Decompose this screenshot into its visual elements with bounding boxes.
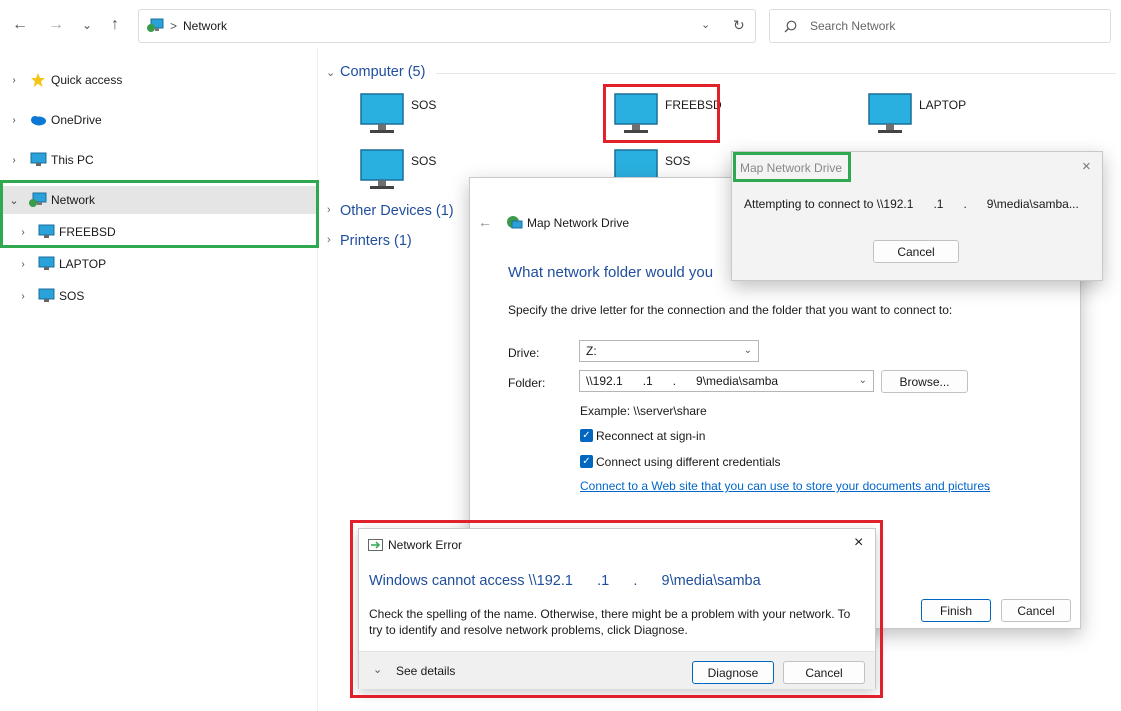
sidebar-item-label: Quick access [51, 73, 123, 87]
network-error-footer: ⌄ See details Diagnose Cancel [359, 651, 875, 689]
computer-icon[interactable] [360, 149, 404, 193]
connecting-dialog: Map Network Drive × Attempting to connec… [731, 151, 1103, 281]
drive-select[interactable]: Z: ⌄ [579, 340, 759, 362]
network-error-dialog: Network Error × Windows cannot access \\… [358, 528, 876, 689]
map-drive-instruction: Specify the drive letter for the connect… [508, 303, 953, 317]
group-divider [436, 73, 1116, 74]
map-drive-icon [507, 216, 523, 229]
computer-label-sos[interactable]: SOS [411, 154, 436, 168]
sidebar-item-laptop[interactable]: › LAPTOP [0, 250, 316, 278]
diagnose-button[interactable]: Diagnose [692, 661, 774, 684]
chevron-down-icon[interactable]: ⌄ [8, 194, 20, 207]
folder-value: \\192.1 .1 . 9\media\samba [586, 374, 779, 388]
drive-value: Z: [586, 344, 597, 358]
wizard-cancel-button[interactable]: Cancel [1001, 599, 1071, 622]
close-icon[interactable]: × [854, 534, 863, 552]
computer-icon [38, 288, 55, 302]
computer-icon [30, 152, 47, 166]
finish-button[interactable]: Finish [921, 599, 991, 622]
sidebar-item-freebsd[interactable]: › FREEBSD [0, 218, 316, 246]
network-error-heading: Windows cannot access \\192.1 .1 . 9\med… [369, 573, 761, 589]
cloud-icon [31, 116, 46, 126]
error-cancel-button[interactable]: Cancel [783, 661, 865, 684]
browse-button[interactable]: Browse... [881, 370, 968, 393]
connecting-message: Attempting to connect to \\192.1 .1 . 9\… [744, 197, 1079, 211]
recent-locations-button[interactable]: ⌄ [76, 14, 98, 36]
sidebar-item-this-pc[interactable]: › This PC [0, 146, 316, 174]
computer-label-sos[interactable]: SOS [665, 154, 690, 168]
sidebar-item-label: FREEBSD [59, 225, 116, 239]
drive-label: Drive: [508, 346, 540, 360]
chevron-right-icon[interactable]: › [8, 155, 20, 166]
computer-label-sos[interactable]: SOS [411, 98, 436, 112]
sidebar-item-label: OneDrive [51, 113, 102, 127]
computer-icon[interactable] [614, 93, 658, 137]
see-details-toggle[interactable]: See details [396, 664, 455, 678]
computer-icon [38, 224, 55, 238]
chevron-down-icon[interactable]: ⌄ [701, 18, 710, 31]
folder-combobox[interactable]: \\192.1 .1 . 9\media\samba ⌄ [579, 370, 874, 392]
chevron-right-icon[interactable]: › [17, 291, 29, 302]
network-icon [29, 192, 47, 207]
sidebar-item-label: SOS [59, 289, 85, 303]
sidebar-item-sos[interactable]: › SOS [0, 282, 316, 310]
search-icon [784, 20, 797, 33]
chevron-down-icon: ⌄ [858, 375, 867, 386]
chevron-right-icon[interactable]: › [8, 115, 20, 126]
credentials-checkbox[interactable]: ✓ [580, 455, 593, 468]
sidebar-item-label: Network [51, 193, 96, 207]
group-header-printers[interactable]: Printers (1) [340, 233, 412, 249]
web-site-link-period: . [987, 479, 991, 493]
chevron-right-icon[interactable]: › [17, 227, 29, 238]
sidebar-item-onedrive[interactable]: › OneDrive [0, 106, 316, 134]
address-separator: > [170, 19, 178, 33]
computer-icon[interactable] [360, 93, 404, 137]
connecting-title: Map Network Drive [740, 161, 843, 175]
address-path[interactable]: Network [183, 19, 227, 33]
star-icon [31, 73, 45, 87]
sidebar-divider [317, 48, 318, 711]
address-bar[interactable]: > Network ⌄ ↻ [138, 9, 756, 43]
chevron-down-icon: ⌄ [743, 345, 752, 356]
group-header-other-devices[interactable]: Other Devices (1) [340, 203, 454, 219]
chevron-down-icon[interactable]: ⌄ [326, 66, 335, 79]
chevron-right-icon[interactable]: › [327, 204, 331, 216]
chevron-right-icon[interactable]: › [17, 259, 29, 270]
web-site-link[interactable]: Connect to a Web site that you can use t… [580, 479, 990, 493]
network-icon [147, 18, 164, 32]
refresh-icon[interactable]: ↻ [733, 17, 745, 34]
search-box[interactable]: Search Network [769, 9, 1111, 43]
network-error-icon [368, 539, 383, 551]
computer-label-freebsd[interactable]: FREEBSD [665, 98, 722, 112]
map-drive-title: Map Network Drive [527, 216, 630, 230]
connecting-cancel-button[interactable]: Cancel [873, 240, 959, 263]
sidebar-item-label: This PC [51, 153, 94, 167]
search-input[interactable]: Search Network [810, 19, 895, 33]
credentials-label[interactable]: Connect using different credentials [596, 455, 781, 469]
network-error-title: Network Error [388, 538, 463, 552]
network-error-body: Check the spelling of the name. Otherwis… [369, 607, 851, 637]
sidebar-item-label: LAPTOP [59, 257, 107, 271]
back-arrow-icon[interactable]: ← [478, 214, 492, 230]
sidebar-item-network[interactable]: ⌄ Network [0, 186, 316, 214]
chevron-down-icon[interactable]: ⌄ [373, 663, 382, 676]
folder-label: Folder: [508, 376, 546, 390]
chevron-right-icon[interactable]: › [8, 75, 20, 86]
map-drive-heading: What network folder would you [508, 264, 714, 281]
forward-button[interactable]: → [45, 14, 67, 36]
group-header-computer[interactable]: Computer (5) [340, 64, 425, 80]
reconnect-checkbox[interactable]: ✓ [580, 429, 593, 442]
sidebar-item-quick-access[interactable]: › Quick access [0, 66, 316, 94]
back-button[interactable]: ← [9, 14, 31, 36]
up-button[interactable]: ↑ [104, 14, 126, 36]
reconnect-label[interactable]: Reconnect at sign-in [596, 429, 705, 443]
folder-example: Example: \\server\share [580, 404, 707, 418]
computer-icon[interactable] [868, 93, 912, 137]
chevron-right-icon[interactable]: › [327, 234, 331, 246]
computer-label-laptop[interactable]: LAPTOP [919, 98, 966, 112]
computer-icon [38, 256, 55, 270]
close-icon[interactable]: × [1082, 158, 1091, 175]
